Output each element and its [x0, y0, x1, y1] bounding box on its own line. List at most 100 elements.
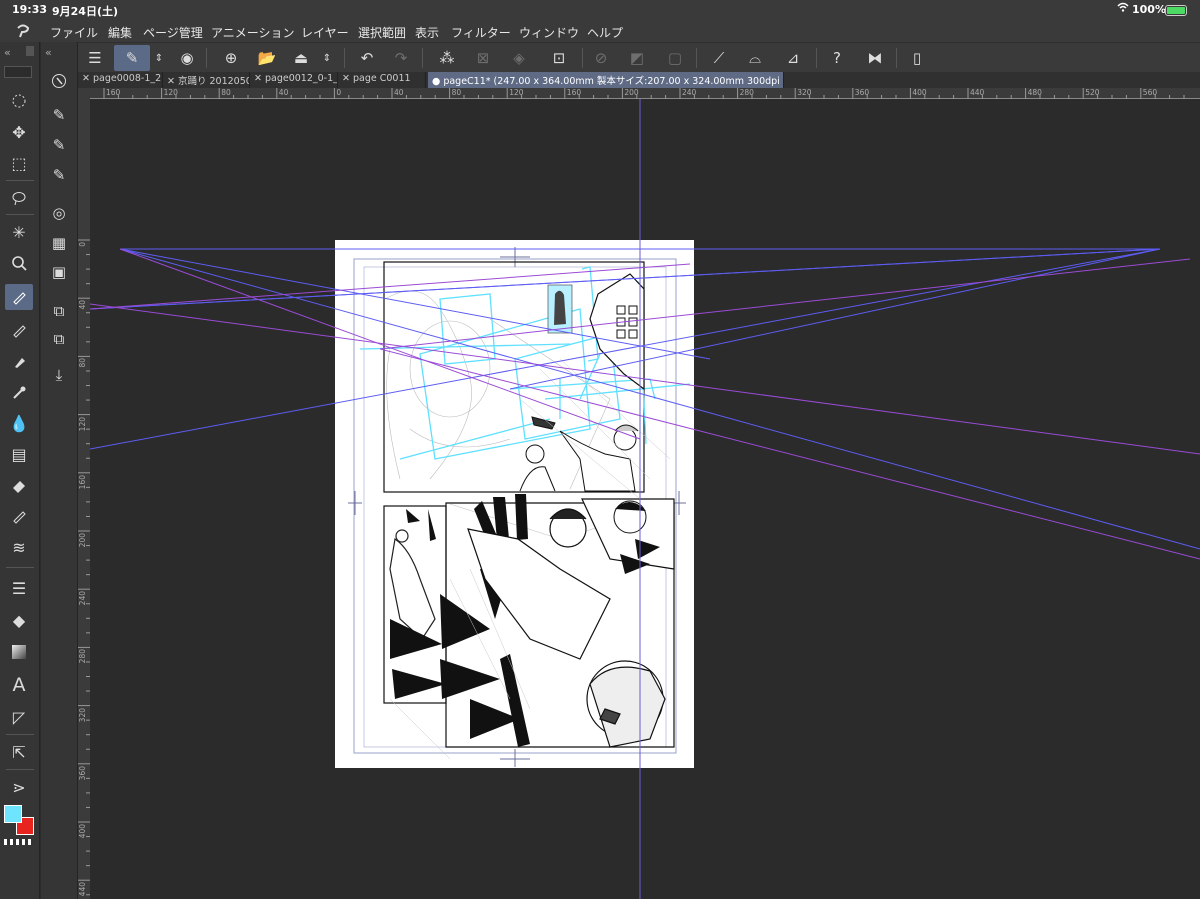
ruler-tick-label: 0 — [78, 242, 87, 247]
command-bar: ☰ ✎ ⇕ ◉ ⊕ 📂 ⏏ ⇕ ↶ ↷ ⁂ ⊠ ◈ ⊡ ⊘ ◩ ▢ ⟋ ⌓ ⊿ … — [78, 42, 1200, 72]
menu-animation[interactable]: アニメーション — [211, 24, 295, 41]
menu-filter[interactable]: フィルター — [451, 24, 511, 41]
tab-page0008[interactable]: ✕ page0008-1_2 — [78, 72, 163, 88]
ruler-tick-label: 80 — [451, 88, 462, 97]
layer-icon[interactable]: ⧉ — [46, 326, 72, 352]
new-icon[interactable]: ⊕ — [218, 45, 244, 71]
ruler-tick-label: 40 — [78, 300, 87, 310]
magic-wand-icon[interactable]: ✳ — [5, 219, 33, 245]
ruler-icon[interactable]: ≋ — [5, 534, 33, 560]
menu-window[interactable]: ウィンドウ — [519, 24, 579, 41]
open-icon[interactable]: 📂 — [254, 45, 280, 71]
snap-ruler-icon[interactable]: ⟋ — [706, 45, 732, 71]
dropper-icon[interactable] — [5, 379, 33, 405]
pen-icon[interactable] — [5, 284, 33, 310]
clear-icon[interactable]: ⊠ — [470, 45, 496, 71]
tool-property-icon[interactable]: ✎ — [46, 102, 72, 128]
text-icon[interactable]: A — [5, 672, 33, 698]
ruler-tick-label: 240 — [78, 591, 87, 606]
loading-icon[interactable]: ⁂ — [434, 45, 460, 71]
tab-label: page0008-1_2 — [92, 73, 162, 84]
menu-help[interactable]: ヘルプ — [587, 24, 623, 41]
ruler-horizontal: 160 120 80 40 0 40 80 120 160 200 240 280 320 360 400 4… — [90, 88, 1200, 99]
hamburger-menu-icon[interactable]: ☰ — [82, 45, 108, 71]
help-icon[interactable]: ? — [824, 45, 850, 71]
material-icon[interactable]: ▣ — [46, 259, 72, 285]
move-icon[interactable]: ✥ — [5, 119, 33, 145]
save-icon[interactable]: ⏏ — [288, 45, 314, 71]
manga-canvas[interactable] — [90, 99, 1200, 899]
frame-icon[interactable]: ◸ — [5, 704, 33, 730]
snap-grid-icon[interactable]: ⊿ — [780, 45, 806, 71]
tab-kyo-odori[interactable]: ✕ 京踊り 2012050 — [163, 72, 250, 88]
fill-icon[interactable]: ◆ — [5, 607, 33, 633]
tab-page0012[interactable]: ✕ page0012_0-1_ — [250, 72, 338, 88]
ruler-tick-label: 120 — [509, 88, 524, 97]
undo-icon[interactable]: ↶ — [354, 45, 380, 71]
tab-label: pageC11* (247.00 x 364.00mm 製本サイズ:207.00… — [443, 76, 784, 87]
tab-pagec11[interactable]: ● pageC11* (247.00 x 364.00mm 製本サイズ:207.… — [428, 72, 784, 88]
grip-icon[interactable] — [26, 46, 34, 56]
fill-layer-icon[interactable]: ◈ — [506, 45, 532, 71]
lasso-icon[interactable] — [5, 185, 33, 211]
collapse-icon[interactable]: « — [45, 46, 52, 59]
app-logo-icon[interactable] — [14, 22, 32, 40]
pencil-icon[interactable] — [5, 317, 33, 343]
edit-mode-icon[interactable]: ✎ — [114, 45, 150, 71]
invert-selection-icon[interactable]: ◩ — [624, 45, 650, 71]
brush-icon[interactable] — [5, 348, 33, 374]
ruler-tick-label: 400 — [78, 824, 87, 839]
transparent-color-swatch[interactable] — [4, 839, 34, 845]
ruler-tick-label: 360 — [854, 88, 870, 97]
flip-icon[interactable]: ⧓ — [862, 45, 888, 71]
ruler-tick-label: 320 — [78, 707, 87, 722]
ruler-tick-label: 440 — [78, 882, 87, 897]
wifi-icon — [1117, 2, 1129, 15]
snap-special-ruler-icon[interactable]: ⌓ — [742, 45, 768, 71]
color-set-icon[interactable]: ▦ — [46, 230, 72, 256]
menu-view[interactable]: 表示 — [415, 24, 439, 41]
gradient-icon[interactable]: ☰ — [5, 575, 33, 601]
document-tabs: ✕ page0008-1_2 ✕ 京踊り 2012050 ✕ page0012_… — [78, 72, 1200, 88]
collapse-left-icon[interactable]: « — [4, 46, 11, 59]
brush-size-icon[interactable]: ✎ — [46, 132, 72, 158]
shape-icon[interactable] — [5, 639, 33, 665]
tracing-icon[interactable]: ◉ — [174, 45, 200, 71]
menu-edit[interactable]: 編集 — [108, 24, 132, 41]
eraser-icon[interactable] — [5, 472, 33, 498]
ruler-tick-label: 120 — [163, 88, 178, 97]
save-options-icon[interactable]: ⇕ — [318, 45, 336, 71]
tab-pagec0011[interactable]: ✕ page C0011 — [338, 72, 426, 88]
redo-icon[interactable]: ↷ — [388, 45, 414, 71]
menu-page[interactable]: ページ管理 — [143, 24, 203, 41]
transform-icon[interactable]: ⬚ — [5, 150, 33, 176]
menu-file[interactable]: ファイル — [50, 24, 98, 41]
canvas-area[interactable] — [90, 99, 1200, 899]
operation-icon[interactable] — [5, 88, 33, 114]
zoom-icon[interactable] — [5, 250, 33, 276]
blend-icon[interactable]: 💧 — [5, 410, 33, 436]
menu-selection[interactable]: 選択範囲 — [358, 24, 406, 41]
export-icon[interactable]: ⤓ — [46, 362, 72, 388]
subtool-detail-icon[interactable]: ✎ — [46, 162, 72, 188]
menu-layer[interactable]: レイヤー — [301, 24, 349, 41]
navigator-icon[interactable] — [46, 68, 72, 94]
object-icon[interactable]: ⇱ — [5, 739, 33, 765]
status-date: 9月24日(土) — [52, 5, 119, 18]
ruler-tick-label: 160 — [78, 474, 87, 490]
airbrush-icon[interactable]: ▤ — [5, 441, 33, 467]
layer-property-icon[interactable]: ⧉ — [46, 298, 72, 324]
ruler-tick-label: 400 — [912, 88, 927, 97]
transform-selection-icon[interactable]: ⊡ — [546, 45, 572, 71]
ruler-tick-label: 40 — [394, 88, 404, 97]
ruler-tick-label: 480 — [1027, 88, 1042, 97]
show-selection-icon[interactable]: ▢ — [662, 45, 688, 71]
decoration-icon[interactable] — [5, 503, 33, 529]
deselect-icon[interactable]: ⊘ — [588, 45, 614, 71]
main-color-swatch[interactable] — [4, 805, 22, 823]
updown-icon[interactable]: ⇕ — [150, 45, 168, 71]
tool-tab-bar[interactable] — [4, 66, 32, 78]
smartphone-icon[interactable]: ▯ — [904, 45, 930, 71]
balloon-icon[interactable]: ⋗ — [5, 774, 33, 800]
color-wheel-icon[interactable]: ◎ — [46, 200, 72, 226]
